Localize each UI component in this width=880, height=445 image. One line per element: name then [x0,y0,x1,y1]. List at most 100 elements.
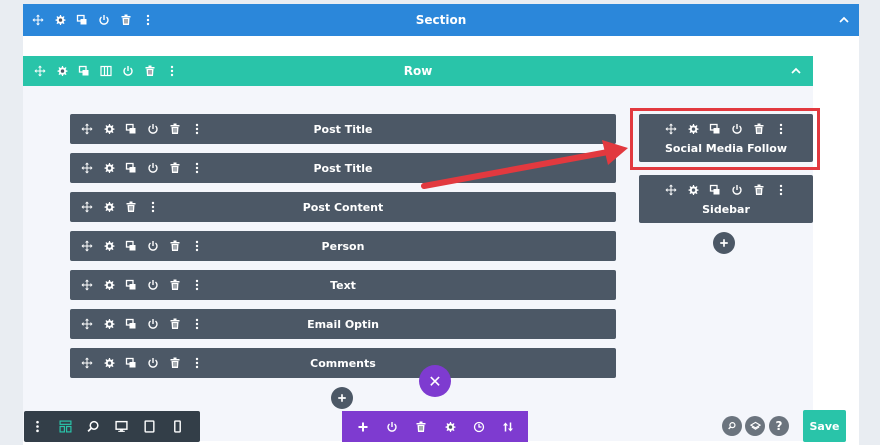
desktop-icon[interactable] [114,420,128,434]
module-tools [80,153,204,183]
gear-icon[interactable] [443,420,457,434]
module-sidebar[interactable]: Sidebar [639,175,813,223]
gear-icon[interactable] [102,278,116,292]
trash-icon[interactable] [168,278,182,292]
power-icon[interactable] [146,161,160,175]
power-icon[interactable] [385,420,399,434]
move-icon[interactable] [80,356,94,370]
trash-icon[interactable] [168,239,182,253]
trash-icon[interactable] [143,64,157,78]
move-icon[interactable] [80,317,94,331]
gear-icon[interactable] [55,64,69,78]
save-button[interactable]: Save [803,410,846,442]
more-icon[interactable] [190,317,204,331]
section-header[interactable]: Section [23,4,859,36]
plus-icon [717,236,731,250]
row-header[interactable]: Row [23,56,813,86]
more-icon[interactable] [190,161,204,175]
duplicate-icon[interactable] [708,183,722,197]
gear-icon[interactable] [102,200,116,214]
more-icon[interactable] [190,278,204,292]
move-icon[interactable] [664,183,678,197]
trash-icon[interactable] [168,122,182,136]
more-icon[interactable] [190,239,204,253]
more-icon[interactable] [190,356,204,370]
chevron-up-icon[interactable] [837,13,851,27]
power-icon[interactable] [146,317,160,331]
duplicate-icon[interactable] [124,161,138,175]
columns-icon[interactable] [99,64,113,78]
power-icon[interactable] [146,239,160,253]
close-button[interactable]: ✕ [419,365,451,397]
duplicate-icon[interactable] [124,278,138,292]
module-post-title-2[interactable]: Post Title [70,153,616,183]
phone-icon[interactable] [170,420,184,434]
move-icon[interactable] [31,13,45,27]
page-settings-toolbar [342,411,528,442]
trash-icon[interactable] [168,317,182,331]
more-icon[interactable] [165,64,179,78]
module-email-optin[interactable]: Email Optin [70,309,616,339]
power-icon[interactable] [146,278,160,292]
sort-icon[interactable] [501,420,515,434]
add-module-button[interactable] [713,232,735,254]
gear-icon[interactable] [102,356,116,370]
trash-icon[interactable] [414,420,428,434]
gear-icon[interactable] [53,13,67,27]
module-post-content[interactable]: Post Content [70,192,616,222]
move-icon[interactable] [33,64,47,78]
module-person[interactable]: Person [70,231,616,261]
highlight-box [630,108,820,170]
plus-icon [335,391,349,405]
plus-icon[interactable] [356,420,370,434]
power-icon[interactable] [146,356,160,370]
help-icon: ? [775,419,783,433]
zoom-icon[interactable] [86,420,100,434]
more-icon[interactable] [30,420,44,434]
module-text[interactable]: Text [70,270,616,300]
gear-icon[interactable] [102,239,116,253]
move-icon[interactable] [80,200,94,214]
layers-button[interactable] [745,416,765,436]
more-icon[interactable] [774,183,788,197]
search-icon [725,419,739,433]
duplicate-icon[interactable] [124,122,138,136]
module-post-title[interactable]: Post Title [70,114,616,144]
row-collapse[interactable] [789,56,803,86]
gear-icon[interactable] [102,122,116,136]
trash-icon[interactable] [752,183,766,197]
duplicate-icon[interactable] [124,317,138,331]
duplicate-icon[interactable] [75,13,89,27]
tablet-icon[interactable] [142,420,156,434]
move-icon[interactable] [80,278,94,292]
duplicate-icon[interactable] [77,64,91,78]
trash-icon[interactable] [119,13,133,27]
duplicate-icon[interactable] [124,356,138,370]
history-icon[interactable] [472,420,486,434]
chevron-up-icon[interactable] [789,64,803,78]
section-collapse[interactable] [837,4,851,36]
gear-icon[interactable] [102,161,116,175]
add-module-button[interactable] [331,387,353,409]
search-button[interactable] [722,416,742,436]
power-icon[interactable] [121,64,135,78]
move-icon[interactable] [80,161,94,175]
more-icon[interactable] [146,200,160,214]
duplicate-icon[interactable] [124,239,138,253]
power-icon[interactable] [97,13,111,27]
move-icon[interactable] [80,239,94,253]
layers-icon [748,419,762,433]
wireframe-icon[interactable] [58,420,72,434]
trash-icon[interactable] [124,200,138,214]
gear-icon[interactable] [102,317,116,331]
trash-icon[interactable] [168,356,182,370]
more-icon[interactable] [190,122,204,136]
power-icon[interactable] [146,122,160,136]
help-button[interactable]: ? [769,416,789,436]
move-icon[interactable] [80,122,94,136]
more-icon[interactable] [141,13,155,27]
module-comments[interactable]: Comments [70,348,616,378]
power-icon[interactable] [730,183,744,197]
trash-icon[interactable] [168,161,182,175]
gear-icon[interactable] [686,183,700,197]
